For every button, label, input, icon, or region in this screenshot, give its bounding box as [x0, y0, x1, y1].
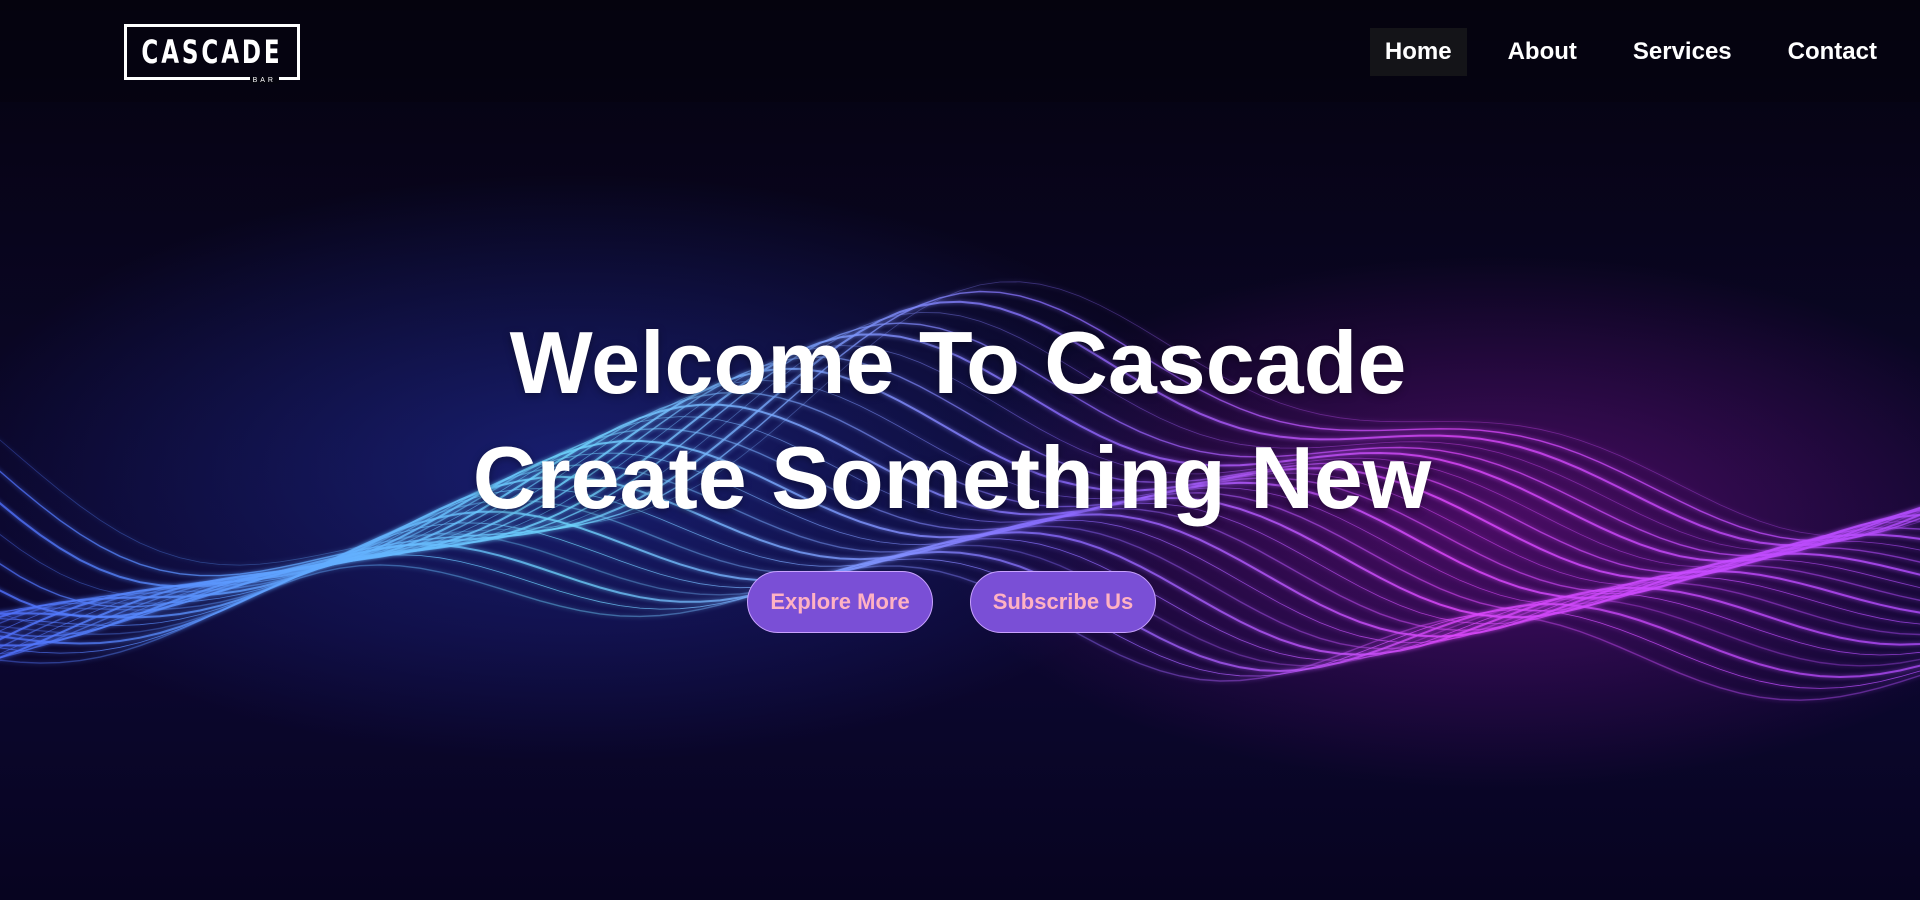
- top-navigation-bar: CASCADE BAR Home About Services Contact: [0, 0, 1920, 102]
- logo-text: CASCADE: [141, 33, 283, 71]
- hero-section: CASCADE BAR Home About Services Contact …: [0, 0, 1920, 900]
- cascade-logo[interactable]: CASCADE BAR: [124, 24, 300, 84]
- hero-cta-row: Explore More Subscribe Us: [747, 571, 1156, 633]
- hero-title-line-1: Welcome To Cascade: [509, 313, 1407, 412]
- nav-item-about[interactable]: About: [1493, 28, 1592, 76]
- nav-item-home[interactable]: Home: [1369, 28, 1467, 76]
- nav-item-services[interactable]: Services: [1618, 28, 1747, 76]
- subscribe-us-button[interactable]: Subscribe Us: [970, 571, 1156, 633]
- explore-more-button[interactable]: Explore More: [747, 571, 933, 633]
- hero-title-line-2: Create Something New: [472, 428, 1432, 527]
- logo-tagline: BAR: [249, 77, 279, 84]
- main-nav: Home About Services Contact: [1344, 28, 1892, 76]
- nav-item-contact[interactable]: Contact: [1773, 28, 1892, 76]
